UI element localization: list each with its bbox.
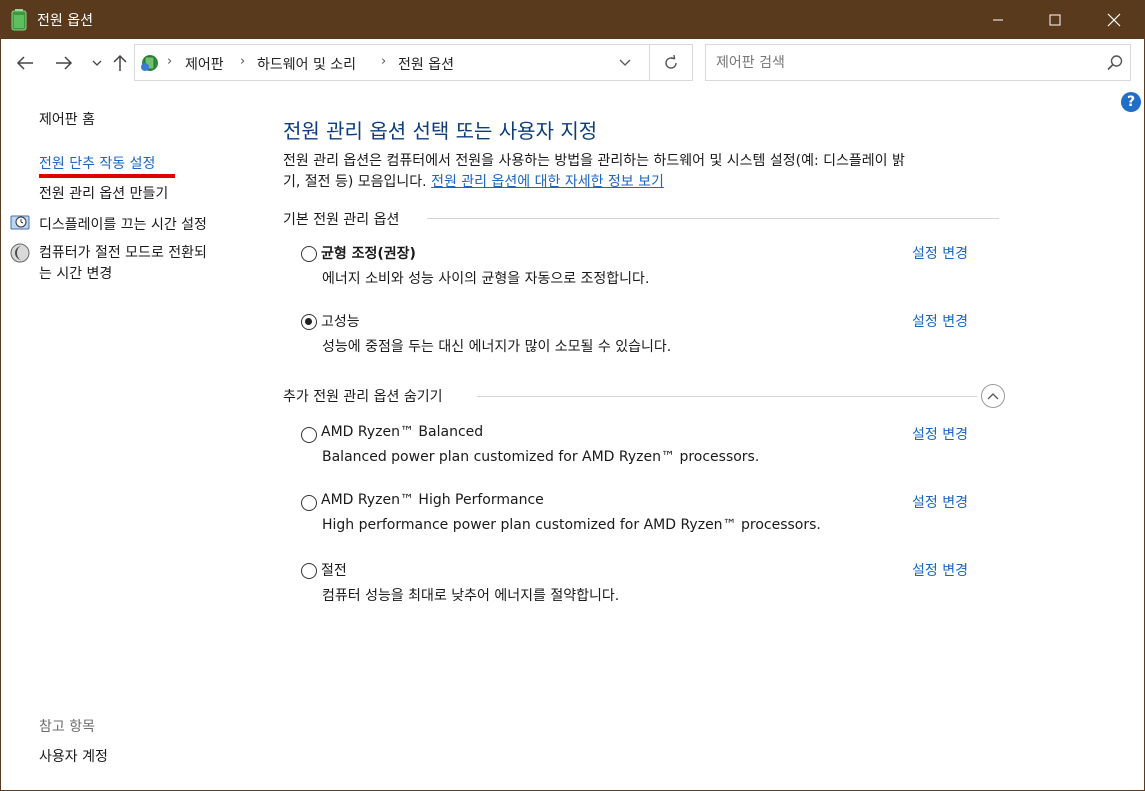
page-description: 전원 관리 옵션은 컴퓨터에서 전원을 사용하는 방법을 관리하는 하드웨어 및… [283, 151, 1013, 193]
minimize-icon [993, 19, 1003, 21]
help-icon[interactable]: ? [1121, 92, 1141, 112]
sidebar-create-plan[interactable]: 전원 관리 옵션 만들기 [39, 183, 168, 203]
sidebar-display-off-time[interactable]: 디스플레이를 끄는 시간 설정 [39, 214, 207, 234]
change-plan-settings-link[interactable]: 설정 변경 [912, 560, 968, 580]
window-title: 전원 옵션 [37, 13, 93, 29]
chevron-down-icon [619, 59, 631, 66]
control-panel-window: 전원 옵션 › 제어판 › 하드웨어 및 소리 › 전원 옵션 제어판 검색 ?… [0, 0, 1145, 791]
search-box[interactable] [705, 44, 1131, 81]
breadcrumb-hardware-sound[interactable]: 하드웨어 및 소리 [257, 54, 356, 74]
change-plan-settings-link[interactable]: 설정 변경 [912, 243, 968, 263]
plan-radio[interactable] [301, 246, 317, 262]
moon-sleep-icon [10, 243, 30, 263]
minimize-button[interactable] [975, 1, 1021, 39]
plan-description: 에너지 소비와 성능 사이의 균형을 자동으로 조정합니다. [322, 271, 650, 287]
maximize-icon [1049, 14, 1061, 26]
change-plan-settings-link[interactable]: 설정 변경 [912, 424, 968, 444]
plan-description: Balanced power plan customized for AMD R… [322, 449, 760, 465]
breadcrumb-control-panel[interactable]: 제어판 [185, 54, 224, 74]
address-bar[interactable]: › 제어판 › 하드웨어 및 소리 › 전원 옵션 [134, 44, 650, 81]
plan-balanced: 균형 조정(권장) 에너지 소비와 성능 사이의 균형을 자동으로 조정합니다.… [299, 243, 999, 293]
breadcrumb-power-options[interactable]: 전원 옵션 [398, 54, 454, 74]
close-icon [1107, 13, 1121, 27]
plan-power-saver: 절전 컴퓨터 성능을 최대로 낮추어 에너지를 절약합니다. 설정 변경 [299, 560, 999, 610]
refresh-button[interactable] [650, 44, 693, 81]
change-plan-settings-link[interactable]: 설정 변경 [912, 492, 968, 512]
navigation-bar: › 제어판 › 하드웨어 및 소리 › 전원 옵션 [1, 39, 1144, 87]
plan-name[interactable]: 절전 [321, 560, 347, 580]
sidebar-sleep-time[interactable]: 컴퓨터가 절전 모드로 전환되 는 시간 변경 [39, 243, 207, 285]
plan-name[interactable]: AMD Ryzen™ Balanced [321, 424, 483, 440]
forward-button[interactable] [52, 51, 76, 75]
recent-locations-button[interactable] [85, 51, 109, 75]
extra-plans-heading[interactable]: 추가 전원 관리 옵션 숨기기 [283, 386, 442, 406]
highlight-underline [39, 174, 175, 178]
plan-description: 컴퓨터 성능을 최대로 낮추어 에너지를 절약합니다. [322, 588, 620, 604]
plan-radio[interactable] [301, 427, 317, 443]
plan-radio[interactable] [301, 495, 317, 511]
plan-name[interactable]: 고성능 [321, 311, 360, 331]
maximize-button[interactable] [1032, 1, 1078, 39]
divider [477, 396, 977, 397]
sidebar-home-link[interactable]: 제어판 홈 [39, 109, 95, 129]
plan-name[interactable]: AMD Ryzen™ High Performance [321, 492, 544, 508]
plan-radio[interactable] [301, 314, 317, 330]
breadcrumb-separator-icon: › [240, 54, 246, 69]
up-button[interactable] [108, 51, 132, 75]
plan-amd-balanced: AMD Ryzen™ Balanced Balanced power plan … [299, 424, 999, 474]
plan-name[interactable]: 균형 조정(권장) [321, 243, 416, 263]
sidebar-power-button-settings[interactable]: 전원 단추 작동 설정 [39, 153, 155, 173]
refresh-icon [665, 54, 677, 69]
title-bar[interactable]: 전원 옵션 [1, 1, 1144, 39]
description-line2-text: 기, 절전 등) 모음입니다. [283, 174, 427, 190]
collapse-extra-plans-button[interactable] [981, 384, 1005, 408]
more-info-link[interactable]: 전원 관리 옵션에 대한 자세한 정보 보기 [431, 174, 664, 190]
divider [427, 218, 999, 219]
search-input[interactable] [716, 52, 1086, 74]
plan-description: 성능에 중점을 두는 대신 에너지가 많이 소모될 수 있습니다. [322, 339, 672, 355]
breadcrumb-separator-icon: › [167, 54, 173, 69]
arrow-left-icon [16, 56, 33, 70]
search-icon[interactable] [1106, 54, 1124, 72]
display-clock-icon [10, 215, 30, 230]
sidebar-sleep-time-line2: 는 시간 변경 [39, 266, 113, 282]
back-button[interactable] [13, 51, 37, 75]
battery-icon [11, 9, 27, 31]
basic-plans-heading: 기본 전원 관리 옵션 [283, 212, 400, 228]
breadcrumb-separator-icon: › [381, 54, 387, 69]
change-plan-settings-link[interactable]: 설정 변경 [912, 311, 968, 331]
address-dropdown-button[interactable] [619, 55, 631, 71]
sidebar-user-accounts[interactable]: 사용자 계정 [39, 746, 108, 766]
arrow-up-icon [113, 54, 127, 71]
see-also-heading: 참고 항목 [39, 719, 95, 735]
control-panel-icon [141, 55, 158, 71]
plan-description: High performance power plan customized f… [322, 517, 821, 533]
arrow-right-icon [56, 56, 73, 70]
chevron-up-icon [987, 393, 999, 400]
close-button[interactable] [1091, 1, 1137, 39]
sidebar-sleep-time-line1: 컴퓨터가 절전 모드로 전환되 [39, 245, 207, 261]
plan-radio[interactable] [301, 563, 317, 579]
page-title: 전원 관리 옵션 선택 또는 사용자 지정 [283, 119, 598, 143]
description-line1: 전원 관리 옵션은 컴퓨터에서 전원을 사용하는 방법을 관리하는 하드웨어 및… [283, 153, 905, 169]
plan-amd-high-performance: AMD Ryzen™ High Performance High perform… [299, 492, 999, 542]
chevron-down-icon [92, 60, 102, 66]
description-line2: 기, 절전 등) 모음입니다. 전원 관리 옵션에 대한 자세한 정보 보기 [283, 172, 1013, 193]
plan-high-performance: 고성능 성능에 중점을 두는 대신 에너지가 많이 소모될 수 있습니다. 설정… [299, 311, 999, 361]
